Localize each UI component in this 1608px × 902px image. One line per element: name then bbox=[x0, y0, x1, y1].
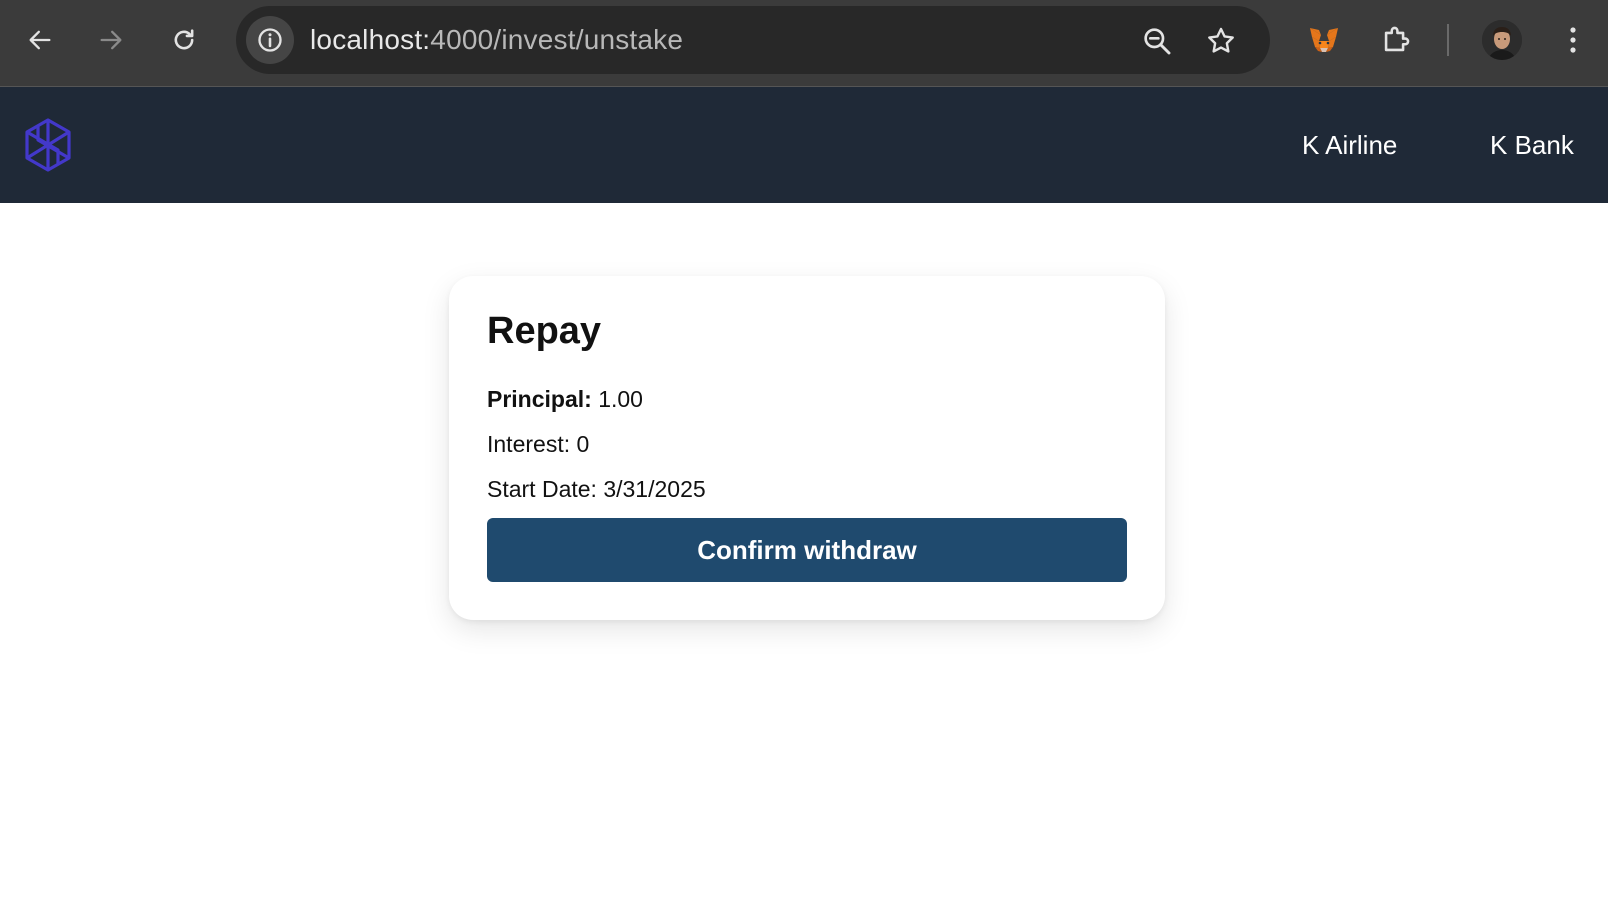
confirm-withdraw-button[interactable]: Confirm withdraw bbox=[487, 518, 1127, 582]
back-arrow-icon bbox=[29, 30, 51, 50]
toolbar-divider bbox=[1447, 24, 1449, 56]
url-text[interactable]: localhost:4000/invest/unstake bbox=[310, 6, 683, 74]
nav-link-k-bank[interactable]: K Bank bbox=[1490, 87, 1574, 203]
principal-row: Principal: 1.00 bbox=[487, 386, 643, 413]
kebab-menu-icon bbox=[1570, 27, 1576, 53]
site-info-button[interactable] bbox=[246, 16, 294, 64]
url-path: 4000/invest/unstake bbox=[430, 24, 684, 55]
address-bar[interactable]: localhost:4000/invest/unstake bbox=[236, 6, 1270, 74]
interest-row: Interest: 0 bbox=[487, 431, 590, 457]
star-icon bbox=[1208, 27, 1234, 53]
reload-icon bbox=[174, 29, 194, 50]
zoom-out-icon bbox=[1144, 28, 1171, 55]
principal-value: 1.00 bbox=[598, 386, 643, 412]
info-icon bbox=[258, 28, 282, 52]
profile-picture bbox=[1482, 20, 1522, 60]
puzzle-icon bbox=[1384, 26, 1410, 52]
avatar[interactable] bbox=[1482, 20, 1522, 60]
card-title: Repay bbox=[487, 310, 602, 352]
back-button[interactable] bbox=[20, 20, 60, 60]
browser-menu-button[interactable] bbox=[1556, 20, 1590, 60]
reload-button[interactable] bbox=[164, 20, 204, 60]
forward-button[interactable] bbox=[91, 20, 131, 60]
principal-label: Principal: bbox=[487, 386, 592, 412]
metamask-extension-button[interactable] bbox=[1304, 20, 1344, 60]
extensions-button[interactable] bbox=[1376, 20, 1416, 60]
nav-link-k-airline[interactable]: K Airline bbox=[1302, 87, 1397, 203]
url-host: localhost: bbox=[310, 24, 431, 55]
browser-toolbar: localhost:4000/invest/unstake bbox=[0, 0, 1608, 87]
repay-card: Repay Principal: 1.00 Interest: 0 Start … bbox=[449, 276, 1165, 620]
bookmark-button[interactable] bbox=[1204, 24, 1238, 58]
start-date-row: Start Date: 3/31/2025 bbox=[487, 476, 706, 502]
app-header: K Airline K Bank bbox=[0, 87, 1608, 203]
app-logo-icon[interactable] bbox=[22, 117, 74, 173]
forward-arrow-icon bbox=[100, 30, 122, 50]
zoom-button[interactable] bbox=[1140, 24, 1174, 58]
metamask-fox-icon bbox=[1310, 28, 1338, 52]
